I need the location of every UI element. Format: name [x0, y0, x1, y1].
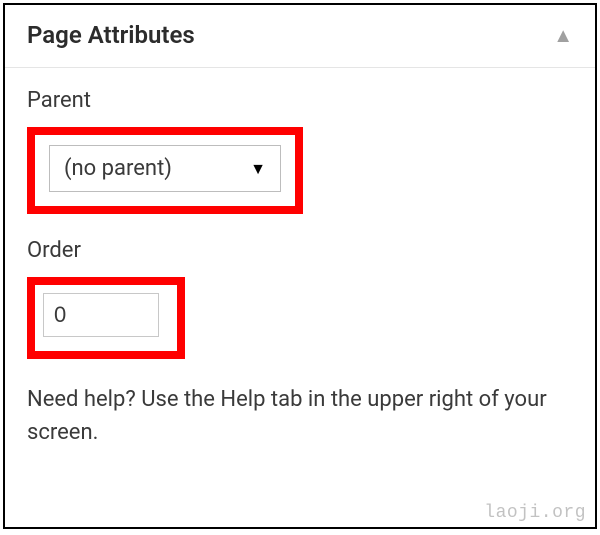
page-attributes-panel: Page Attributes ▲ Parent (no parent) ▼ O… — [3, 3, 597, 529]
parent-label: Parent — [27, 88, 573, 113]
order-highlight — [27, 277, 185, 359]
watermark: laoji.org — [484, 503, 586, 523]
order-field-group: Order — [27, 238, 573, 359]
parent-select[interactable]: (no parent) ▼ — [49, 145, 281, 192]
chevron-down-icon: ▼ — [250, 159, 266, 179]
panel-body: Parent (no parent) ▼ Order Need help? Us… — [5, 68, 595, 459]
panel-title: Page Attributes — [27, 21, 195, 49]
order-input[interactable] — [43, 293, 159, 337]
parent-field-group: Parent (no parent) ▼ — [27, 88, 573, 214]
order-label: Order — [27, 238, 573, 263]
parent-select-value: (no parent) — [64, 156, 172, 181]
parent-highlight: (no parent) ▼ — [27, 127, 303, 214]
help-text: Need help? Use the Help tab in the upper… — [27, 383, 573, 449]
panel-header[interactable]: Page Attributes ▲ — [5, 5, 595, 68]
collapse-icon[interactable]: ▲ — [553, 25, 573, 45]
